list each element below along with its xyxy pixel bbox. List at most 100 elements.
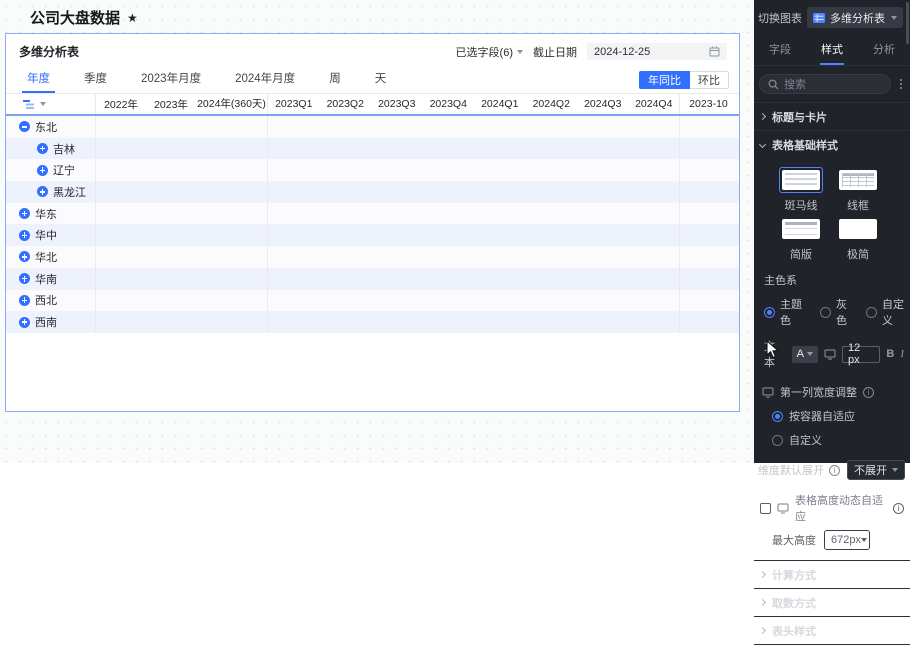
card-tab-1[interactable]: 季度 bbox=[79, 70, 112, 93]
panel-tab-1[interactable]: 样式 bbox=[806, 35, 858, 65]
screen: 公司大盘数据 ★ 多维分析表 已选字段(6) 截止日期 2024-12-25 bbox=[0, 0, 910, 463]
empty-data-cells bbox=[680, 138, 739, 160]
selected-fields-label: 已选字段(6) bbox=[456, 44, 513, 60]
italic-button[interactable]: I bbox=[900, 348, 904, 360]
card-tab-2[interactable]: 2023年月度 bbox=[136, 70, 206, 93]
chevron-down-icon bbox=[517, 50, 523, 54]
table-corner-cell[interactable] bbox=[6, 94, 96, 114]
selected-fields-dropdown[interactable]: 已选字段(6) bbox=[456, 44, 523, 60]
card-tab-4[interactable]: 周 bbox=[324, 70, 346, 93]
style-option-simple[interactable]: 简版 bbox=[778, 216, 824, 262]
column-header[interactable]: 2024Q2 bbox=[526, 98, 578, 110]
panel-tab-2[interactable]: 分析 bbox=[858, 35, 910, 65]
font-color-dropdown[interactable]: A bbox=[792, 346, 818, 363]
section-label: 表格基础样式 bbox=[772, 137, 838, 153]
table-row: 辽宁 bbox=[6, 159, 739, 181]
table-row: 华北 bbox=[6, 246, 739, 268]
section-table-base-style[interactable]: 表格基础样式 bbox=[754, 131, 910, 159]
color-option-0[interactable]: 主题色 bbox=[764, 296, 808, 328]
expand-icon[interactable] bbox=[19, 295, 30, 306]
expand-icon[interactable] bbox=[37, 165, 48, 176]
search-input[interactable]: 搜索 bbox=[759, 74, 891, 94]
search-icon bbox=[768, 79, 779, 90]
card-tab-5[interactable]: 天 bbox=[370, 70, 392, 93]
dim-expand-dropdown[interactable]: 不展开 bbox=[847, 460, 905, 480]
panel-scrollbar[interactable] bbox=[906, 2, 909, 44]
style-option-grid[interactable]: 线框 bbox=[835, 167, 881, 213]
panel-tab-strip: 字段样式分析 bbox=[754, 35, 910, 66]
column-header[interactable]: 2023Q3 bbox=[371, 98, 423, 110]
radio-icon bbox=[772, 435, 783, 446]
empty-data-cells bbox=[96, 290, 268, 312]
radio-icon bbox=[820, 307, 831, 318]
column-header[interactable]: 2024Q4 bbox=[629, 94, 681, 114]
empty-data-cells bbox=[96, 224, 268, 246]
column-header[interactable]: 2023Q4 bbox=[423, 98, 475, 110]
column-header[interactable]: 2023Q2 bbox=[320, 98, 372, 110]
chevron-down-icon bbox=[40, 102, 46, 106]
expand-icon[interactable] bbox=[19, 251, 30, 262]
deadline-date-picker[interactable]: 2024-12-25 bbox=[587, 43, 727, 60]
empty-data-cells bbox=[96, 138, 268, 160]
expand-icon[interactable] bbox=[19, 317, 30, 328]
chevron-down-icon bbox=[891, 16, 897, 20]
table-row: 华南 bbox=[6, 268, 739, 290]
chart-type-dropdown[interactable]: 多维分析表 bbox=[807, 7, 903, 28]
empty-data-cells bbox=[96, 116, 268, 138]
collapse-icon[interactable] bbox=[19, 121, 30, 132]
table-row: 西南 bbox=[6, 311, 739, 333]
expand-icon[interactable] bbox=[19, 230, 30, 241]
color-option-1[interactable]: 灰色 bbox=[820, 296, 854, 328]
yoy-button[interactable]: 年同比 bbox=[639, 71, 690, 89]
dim-expand-value: 不展开 bbox=[854, 462, 887, 478]
row-label: 西北 bbox=[35, 292, 57, 308]
table-header-row: 2022年2023年2024年(360天)2023Q12023Q22023Q32… bbox=[6, 93, 739, 116]
color-option-2[interactable]: 自定义 bbox=[866, 296, 910, 328]
panel-tab-0[interactable]: 字段 bbox=[754, 35, 806, 65]
column-header[interactable]: 2023Q1 bbox=[268, 98, 320, 110]
row-label: 华南 bbox=[35, 271, 57, 287]
section-2[interactable]: 表头样式 bbox=[754, 617, 910, 645]
style-option-plain[interactable]: 极简 bbox=[835, 216, 881, 262]
more-options-icon[interactable] bbox=[897, 79, 905, 89]
auto-height-checkbox[interactable] bbox=[760, 503, 771, 514]
row-label: 华北 bbox=[35, 249, 57, 265]
section-0[interactable]: 计算方式 bbox=[754, 561, 910, 589]
widget-card[interactable]: 多维分析表 已选字段(6) 截止日期 2024-12-25 bbox=[5, 33, 740, 412]
width-option-0[interactable]: 按容器自适应 bbox=[754, 404, 910, 428]
table-chart-icon bbox=[813, 13, 825, 23]
column-header[interactable]: 2022年 bbox=[96, 97, 146, 112]
column-header[interactable]: 2023年 bbox=[146, 97, 196, 112]
style-option-zebra[interactable]: 斑马线 bbox=[778, 167, 824, 213]
section-1[interactable]: 取数方式 bbox=[754, 589, 910, 617]
expand-icon[interactable] bbox=[37, 186, 48, 197]
table-body: 东北吉林辽宁黑龙江华东华中华北华南西北西南 bbox=[6, 116, 739, 333]
hierarchy-list-icon bbox=[23, 99, 35, 110]
mom-button[interactable]: 环比 bbox=[690, 71, 729, 89]
font-size-input[interactable]: 12 px bbox=[842, 346, 880, 363]
color-option-label: 主题色 bbox=[780, 296, 808, 328]
favorite-star-icon[interactable]: ★ bbox=[127, 11, 138, 25]
column-header[interactable]: 2024年(360天) bbox=[196, 94, 268, 114]
row-label-cell: 西北 bbox=[6, 290, 96, 312]
expand-icon[interactable] bbox=[19, 208, 30, 219]
column-header[interactable]: 2024Q3 bbox=[577, 98, 629, 110]
bold-button[interactable]: B bbox=[886, 348, 894, 360]
card-header: 多维分析表 已选字段(6) 截止日期 2024-12-25 bbox=[6, 34, 739, 60]
column-header[interactable]: 2023-10 bbox=[680, 98, 737, 110]
width-option-1[interactable]: 自定义 bbox=[754, 428, 910, 452]
column-header[interactable]: 2024Q1 bbox=[474, 98, 526, 110]
card-tab-3[interactable]: 2024年月度 bbox=[230, 70, 300, 93]
auto-height-label: 表格高度动态自适应 bbox=[795, 492, 887, 524]
empty-data-cells bbox=[96, 246, 268, 268]
row-label-cell: 华北 bbox=[6, 246, 96, 268]
expand-icon[interactable] bbox=[37, 143, 48, 154]
expand-icon[interactable] bbox=[19, 273, 30, 284]
empty-data-cells bbox=[268, 159, 680, 181]
row-label-cell: 华东 bbox=[6, 203, 96, 225]
card-tab-0[interactable]: 年度 bbox=[22, 70, 55, 93]
section-title-and-card[interactable]: 标题与卡片 bbox=[754, 103, 910, 131]
max-height-dropdown[interactable]: 672px bbox=[824, 530, 870, 550]
page-header: 公司大盘数据 ★ bbox=[30, 7, 138, 28]
width-option-label: 自定义 bbox=[789, 432, 822, 448]
